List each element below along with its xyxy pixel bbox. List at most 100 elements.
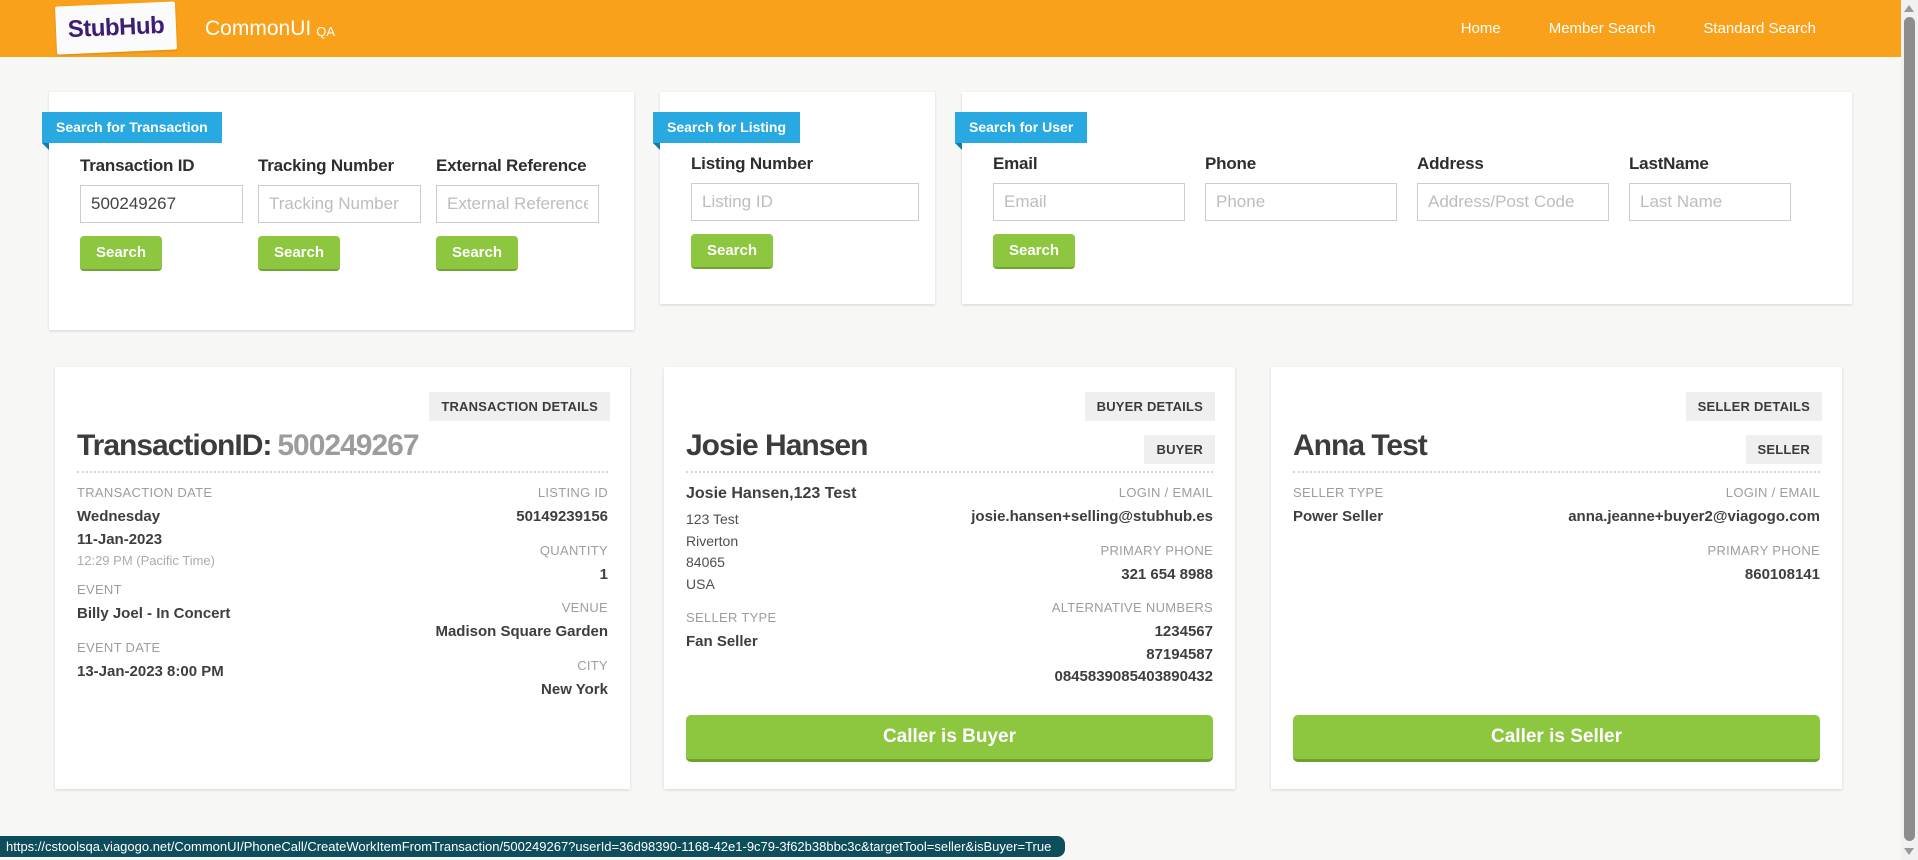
app-title-main: CommonUI (205, 17, 311, 41)
tracking-number-input[interactable] (258, 185, 421, 223)
nav-standard-search[interactable]: Standard Search (1703, 20, 1816, 37)
tracking-number-label: Tracking Number (258, 156, 436, 176)
search-user-ribbon: Search for User (955, 112, 1087, 143)
buyer-address-line: Riverton (686, 531, 856, 553)
seller-name: Anna Test (1293, 429, 1427, 463)
vertical-scrollbar[interactable] (1901, 0, 1918, 860)
seller-details-badge: SELLER DETAILS (1686, 392, 1822, 421)
caller-is-seller-button[interactable]: Caller is Seller (1293, 715, 1820, 762)
seller-details-columns: SELLER TYPE Power Seller LOGIN / EMAIL a… (1293, 485, 1820, 586)
seller-type-label: SELLER TYPE (1293, 485, 1384, 500)
buyer-address-line: USA (686, 574, 856, 596)
transaction-details-badge: TRANSACTION DETAILS (429, 392, 610, 421)
nav-home[interactable]: Home (1461, 20, 1501, 37)
scroll-down-icon[interactable] (1904, 848, 1914, 855)
transaction-date-day: Wednesday (77, 506, 230, 529)
transaction-id-input[interactable] (80, 185, 243, 223)
buyer-alt-number: 0845839085403890432 (971, 666, 1213, 689)
seller-right-column: LOGIN / EMAIL anna.jeanne+buyer2@viagogo… (1568, 485, 1820, 586)
email-label: Email (993, 154, 1205, 174)
page: StubHub CommonUI QA Home Member Search S… (0, 0, 1918, 860)
address-label: Address (1417, 154, 1629, 174)
search-transaction-panel: Search for Transaction Transaction ID Se… (49, 92, 634, 330)
address-input[interactable] (1417, 183, 1609, 221)
buyer-address-line: 123 Test (686, 509, 856, 531)
transaction-id-title-value: 500249267 (277, 429, 418, 462)
lastname-label: LastName (1629, 154, 1799, 174)
city-label: CITY (435, 658, 608, 673)
transaction-details-columns: TRANSACTION DATE Wednesday 11-Jan-2023 1… (77, 485, 608, 701)
venue-label: VENUE (435, 600, 608, 615)
lastname-input[interactable] (1629, 183, 1791, 221)
quantity-value: 1 (435, 564, 608, 587)
buyer-details-card: BUYER DETAILS Josie Hansen BUYER Josie H… (664, 367, 1235, 789)
nav-member-search[interactable]: Member Search (1549, 20, 1656, 37)
transaction-right-column: LISTING ID 50149239156 QUANTITY 1 VENUE … (435, 485, 608, 701)
seller-left-column: SELLER TYPE Power Seller (1293, 485, 1384, 586)
buyer-name: Josie Hansen (686, 429, 867, 463)
scrollbar-thumb[interactable] (1904, 17, 1915, 841)
top-navbar: StubHub CommonUI QA Home Member Search S… (0, 0, 1901, 57)
status-url-bar: https://cstoolsqa.viagogo.net/CommonUI/P… (0, 836, 1065, 857)
buyer-primary-phone-label: PRIMARY PHONE (971, 543, 1213, 558)
search-listing-ribbon: Search for Listing (653, 112, 800, 143)
buyer-login-value: josie.hansen+selling@stubhub.es (971, 506, 1213, 529)
search-user-fields: Email Search Phone Address LastName (962, 92, 1852, 269)
transaction-id-search-button[interactable]: Search (80, 236, 162, 271)
tracking-number-search-button[interactable]: Search (258, 236, 340, 271)
seller-details-card: SELLER DETAILS Anna Test SELLER SELLER T… (1271, 367, 1842, 789)
buyer-right-column: LOGIN / EMAIL josie.hansen+selling@stubh… (971, 485, 1213, 689)
transaction-date-time: 12:29 PM (Pacific Time) (77, 553, 230, 568)
listing-number-label: Listing Number (691, 154, 869, 174)
app-title: CommonUI QA (205, 0, 335, 57)
buyer-alt-number: 1234567 (971, 621, 1213, 644)
listing-id-label: LISTING ID (435, 485, 608, 500)
external-reference-label: External Reference (436, 156, 614, 176)
listing-number-input[interactable] (691, 183, 919, 221)
phone-column: Phone (1205, 154, 1417, 269)
buyer-left-column: Josie Hansen,123 Test 123 Test Riverton … (686, 485, 856, 689)
transaction-details-card: TRANSACTION DETAILS TransactionID:500249… (55, 367, 630, 789)
stubhub-logo-text: StubHub (67, 12, 165, 44)
buyer-alt-number: 87194587 (971, 644, 1213, 667)
scroll-up-icon[interactable] (1904, 5, 1914, 12)
buyer-role-badge: BUYER (1144, 435, 1215, 464)
buyer-primary-phone-value: 321 654 8988 (971, 564, 1213, 587)
venue-value: Madison Square Garden (435, 621, 608, 644)
tracking-number-column: Tracking Number Search (258, 156, 436, 271)
transaction-date-label: TRANSACTION DATE (77, 485, 230, 500)
app-title-env: QA (316, 24, 335, 39)
transaction-left-column: TRANSACTION DATE Wednesday 11-Jan-2023 1… (77, 485, 230, 701)
search-transaction-ribbon: Search for Transaction (42, 112, 222, 143)
header-nav: Home Member Search Standard Search (1461, 0, 1816, 57)
address-column: Address (1417, 154, 1629, 269)
listing-number-column: Listing Number Search (691, 154, 869, 269)
transaction-id-label: Transaction ID (80, 156, 258, 176)
search-listing-panel: Search for Listing Listing Number Search (660, 92, 935, 304)
event-date-label: EVENT DATE (77, 640, 230, 655)
buyer-contact-name: Josie Hansen,123 Test (686, 485, 856, 503)
dotted-separator (77, 471, 608, 473)
event-label: EVENT (77, 582, 230, 597)
dotted-separator (686, 471, 1213, 473)
search-user-panel: Search for User Email Search Phone Addre… (962, 92, 1852, 304)
transaction-card-title: TransactionID:500249267 (77, 429, 419, 463)
caller-is-buyer-button[interactable]: Caller is Buyer (686, 715, 1213, 762)
external-reference-search-button[interactable]: Search (436, 236, 518, 271)
seller-login-label: LOGIN / EMAIL (1568, 485, 1820, 500)
phone-input[interactable] (1205, 183, 1397, 221)
transaction-id-title-label: TransactionID: (77, 429, 271, 462)
event-date-value: 13-Jan-2023 8:00 PM (77, 661, 230, 684)
listing-id-value: 50149239156 (435, 506, 608, 529)
external-reference-input[interactable] (436, 185, 599, 223)
user-search-button[interactable]: Search (993, 234, 1075, 269)
buyer-seller-type-label: SELLER TYPE (686, 610, 856, 625)
listing-search-button[interactable]: Search (691, 234, 773, 269)
email-input[interactable] (993, 183, 1185, 221)
stubhub-logo[interactable]: StubHub (55, 1, 177, 54)
seller-primary-phone-label: PRIMARY PHONE (1568, 543, 1820, 558)
seller-role-badge: SELLER (1746, 435, 1822, 464)
phone-label: Phone (1205, 154, 1417, 174)
buyer-details-columns: Josie Hansen,123 Test 123 Test Riverton … (686, 485, 1213, 689)
dotted-separator (1293, 471, 1820, 473)
